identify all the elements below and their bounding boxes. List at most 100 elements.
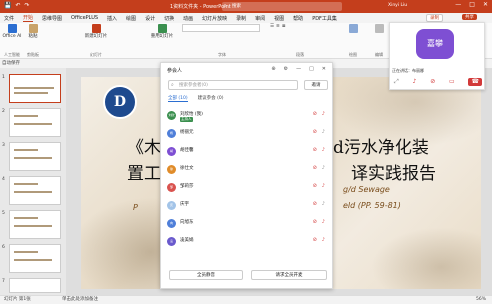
clipboard-group: 粘贴 剪贴板 <box>24 24 42 57</box>
mute-all-button[interactable]: 全员静音 <box>169 270 243 280</box>
record-button[interactable]: 录制 <box>426 14 443 22</box>
participant-row[interactable]: 向 向旭东 ⊘ ♪ <box>167 217 327 231</box>
participant-row[interactable]: 杨 杨丽元 ⊘ ♪ <box>167 127 327 141</box>
screen-share-icon[interactable]: ▭ <box>449 78 455 86</box>
mic-icon[interactable]: ♪ <box>322 201 325 207</box>
tab-pdf-tools[interactable]: PDF工具集 <box>312 15 337 22</box>
save-icon[interactable]: 💾 <box>4 2 11 9</box>
font-name-box[interactable] <box>182 24 260 32</box>
request-unmute-all-button[interactable]: 请求全员开麦 <box>251 270 327 280</box>
invite-button[interactable]: 邀请 <box>304 80 328 90</box>
tab-view[interactable]: 视图 <box>274 15 284 22</box>
tab-transitions[interactable]: 切换 <box>164 15 174 22</box>
camera-off-icon[interactable]: ⊘ <box>313 183 317 189</box>
numbering-icon[interactable]: ≡ <box>276 24 280 29</box>
tab-officeplus[interactable]: OfficePLUS <box>71 15 98 21</box>
tab-animations[interactable]: 动画 <box>183 15 193 22</box>
camera-off-icon[interactable]: ⊘ <box>313 237 317 243</box>
participant-row[interactable]: 徐 徐仕文 ⊘ ♪ <box>167 163 327 177</box>
tab-draw[interactable]: 绘图 <box>126 15 136 22</box>
tab-slideshow[interactable]: 幻灯片放映 <box>202 15 227 22</box>
minimize-icon[interactable]: — <box>296 66 301 72</box>
tab-suggested-participants[interactable]: 建议参会 (0) <box>198 95 224 102</box>
camera-off-icon[interactable]: ⊘ <box>313 111 317 117</box>
camera-off-icon[interactable]: ⊘ <box>313 219 317 225</box>
add-participant-icon[interactable]: ⊕ <box>271 66 275 72</box>
slide-thumbnail[interactable]: 2 <box>2 108 61 137</box>
slide-number: 5 <box>2 211 5 216</box>
tab-home[interactable]: 开始 <box>23 14 34 22</box>
tab-insert[interactable]: 插入 <box>107 15 117 22</box>
participant-row[interactable]: 庆 庆宇 ⊘ ♪ <box>167 199 327 213</box>
drawing-caption: 绘图 <box>349 52 357 57</box>
reuse-slides-icon[interactable] <box>157 24 167 33</box>
settings-icon[interactable]: ⚙ <box>284 66 288 72</box>
participants-header: 参会人 <box>167 68 183 74</box>
participant-status-icons: ⊘ ♪ <box>313 183 325 189</box>
mic-off-icon[interactable]: ♪ <box>322 237 325 243</box>
close-icon[interactable]: ✕ <box>322 66 326 72</box>
meeting-video-panel: 嘉攀 正在讲话：布丽娜 ⤢ ♪ ⊘ ▭ ☎ <box>389 22 485 90</box>
mic-off-icon[interactable]: ♪ <box>322 147 325 153</box>
university-logo: D <box>103 85 137 119</box>
participant-row[interactable]: 邹 邹莉莎 ⊘ ♪ <box>167 181 327 195</box>
tab-review[interactable]: 审阅 <box>255 15 265 22</box>
slide-thumbnail[interactable]: 7 <box>2 278 61 293</box>
slide-thumbnail[interactable]: 6 <box>2 244 61 273</box>
slide-thumbnail[interactable]: 5 <box>2 210 61 239</box>
new-slide-icon[interactable] <box>91 24 101 33</box>
maximize-button[interactable]: □ <box>469 1 475 8</box>
office-ai-icon[interactable] <box>7 24 17 33</box>
close-button[interactable]: ✕ <box>483 1 488 8</box>
find-icon[interactable] <box>374 24 384 33</box>
font-group: 字体 <box>182 24 262 57</box>
user-account[interactable]: Xinyi Liu <box>388 3 407 8</box>
slides-caption: 幻灯片 <box>90 52 102 57</box>
participant-row[interactable]: 凌 凌美娟 ⊘ ♪ <box>167 235 327 249</box>
notes-hint[interactable]: 单击此处添加备注 <box>62 297 98 302</box>
participant-row[interactable]: 刘欣 刘欣怡 (我) 主持人 ⊘ ♪ <box>167 109 327 123</box>
mic-off-icon[interactable]: ♪ <box>322 219 325 225</box>
end-call-button[interactable]: ☎ <box>468 78 482 86</box>
slide-number: 3 <box>2 143 5 148</box>
camera-off-icon[interactable]: ⊘ <box>313 147 317 153</box>
slides-group: 新建幻灯片 幻灯片 <box>74 24 118 57</box>
slide-thumbnail[interactable]: 1 <box>2 74 61 103</box>
minimize-button[interactable]: — <box>455 1 461 8</box>
bullets-icon[interactable]: ☰ <box>270 24 274 29</box>
share-button[interactable]: 共享 <box>462 14 477 20</box>
tab-file[interactable]: 文件 <box>4 15 14 22</box>
autosave-label[interactable]: 自动保存 <box>2 61 20 66</box>
tab-record[interactable]: 录制 <box>236 15 246 22</box>
paste-icon[interactable] <box>28 24 38 33</box>
camera-off-icon[interactable]: ⊘ <box>430 78 435 86</box>
mic-icon[interactable]: ♪ <box>322 129 325 135</box>
camera-off-icon[interactable]: ⊘ <box>313 165 317 171</box>
reuse-group: 重用幻灯片 <box>150 24 174 39</box>
shapes-icon[interactable] <box>348 24 358 33</box>
slide-thumbnail[interactable]: 3 <box>2 142 61 171</box>
avatar: 庆 <box>167 201 176 210</box>
tab-all-participants[interactable]: 全部 (10) <box>168 95 188 102</box>
participant-search-input[interactable]: ⌕ 搜索参会者(0) <box>168 80 298 90</box>
window-controls: — □ ✕ <box>455 1 488 8</box>
tab-help[interactable]: 帮助 <box>293 15 303 22</box>
align-icon[interactable]: ≣ <box>282 24 286 29</box>
redo-icon[interactable]: ↷ <box>25 2 30 9</box>
camera-off-icon[interactable]: ⊘ <box>313 201 317 207</box>
title-search-box[interactable]: ⌕ 搜索 <box>222 2 342 11</box>
expand-icon[interactable]: ⤢ <box>394 78 399 86</box>
tab-mindmap[interactable]: 思维导图 <box>42 15 62 22</box>
popout-icon[interactable]: □ <box>309 66 314 72</box>
camera-off-icon[interactable]: ⊘ <box>313 129 317 135</box>
mic-off-icon[interactable]: ♪ <box>322 183 325 189</box>
speaker-avatar: 嘉攀 <box>416 29 454 59</box>
mic-off-icon[interactable]: ♪ <box>322 111 325 117</box>
participant-row[interactable]: 胡 胡佳馨 ⊘ ♪ <box>167 145 327 159</box>
mic-icon[interactable]: ♪ <box>322 165 325 171</box>
tab-design[interactable]: 设计 <box>145 15 155 22</box>
mic-off-icon[interactable]: ♪ <box>413 78 417 86</box>
slide-subtitle-line1: g/d Sewage <box>343 185 390 194</box>
slide-thumbnail[interactable]: 4 <box>2 176 61 205</box>
undo-icon[interactable]: ↶ <box>15 2 20 9</box>
